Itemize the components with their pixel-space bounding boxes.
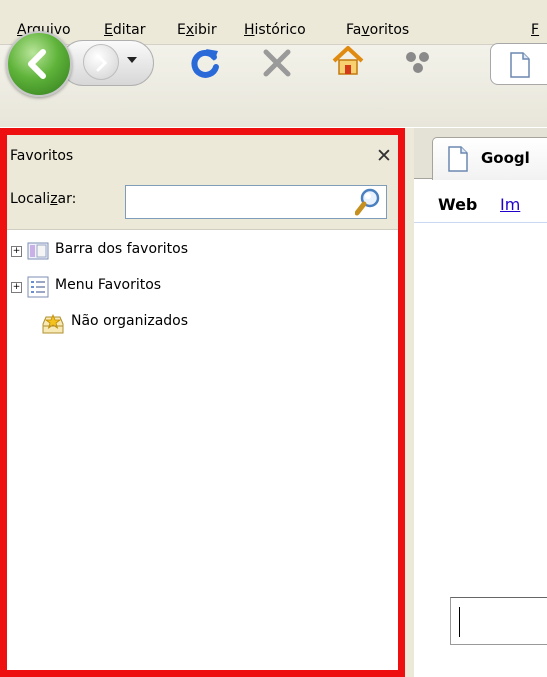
- history-dropdown-icon[interactable]: [127, 57, 137, 65]
- bookmarks-tree: + Barra dos favoritos + Menu Favoritos N…: [7, 235, 398, 343]
- bookmarks-menu-icon: [27, 276, 49, 298]
- sidebar-splitter[interactable]: [405, 128, 414, 677]
- google-nav-bar: Web Im: [414, 182, 547, 223]
- search-input[interactable]: [125, 185, 387, 219]
- forward-button[interactable]: [83, 44, 119, 80]
- extension-icon[interactable]: [404, 49, 432, 75]
- tree-item-barra-dos-favoritos[interactable]: + Barra dos favoritos: [7, 235, 398, 271]
- tab-strip: Googl: [414, 128, 547, 180]
- reload-icon[interactable]: [190, 47, 222, 81]
- search-icon[interactable]: [355, 188, 381, 216]
- nav-images-link[interactable]: Im: [500, 195, 520, 214]
- browser-content: Googl Web Im: [414, 128, 547, 677]
- tree-item-label: Barra dos favoritos: [55, 241, 189, 257]
- url-bar[interactable]: [490, 43, 547, 85]
- tree-item-label: Não organizados: [71, 313, 189, 329]
- menu-exibir[interactable]: Exibir: [177, 21, 217, 39]
- close-icon[interactable]: ✕: [376, 146, 392, 166]
- tree-item-menu-favoritos[interactable]: + Menu Favoritos: [7, 271, 398, 307]
- tree-item-label: Menu Favoritos: [55, 277, 162, 293]
- expand-icon[interactable]: +: [11, 246, 22, 257]
- stop-icon[interactable]: [262, 48, 292, 78]
- sidebar-search-row: Localizar:: [7, 177, 398, 230]
- bookmarks-toolbar-icon: [27, 242, 49, 260]
- nav-web: Web: [438, 195, 478, 214]
- menu-historico[interactable]: Histórico: [244, 21, 306, 39]
- search-label: Localizar:: [10, 191, 77, 207]
- tree-item-nao-organizados[interactable]: Não organizados: [7, 307, 398, 343]
- home-icon[interactable]: [331, 44, 365, 78]
- menu-bar: Arquivo Editar Exibir Histórico Favorito…: [0, 0, 547, 45]
- back-arrow-icon: [28, 49, 46, 79]
- tab-label: Googl: [481, 149, 530, 167]
- unsorted-bookmarks-icon: [42, 313, 64, 334]
- bookmarks-sidebar: Favoritos ✕ Localizar: + Barra dos favor…: [0, 128, 405, 677]
- sidebar-title: Favoritos: [10, 148, 74, 164]
- google-search-input[interactable]: [450, 597, 547, 645]
- menu-ferramentas[interactable]: F: [531, 21, 539, 39]
- page-icon: [510, 52, 530, 78]
- page-icon: [448, 146, 468, 172]
- back-button[interactable]: [6, 31, 72, 97]
- forward-arrow-icon: [96, 54, 108, 72]
- menu-editar[interactable]: Editar: [104, 21, 145, 39]
- expand-icon[interactable]: +: [11, 282, 22, 293]
- tab-google[interactable]: Googl: [432, 137, 547, 180]
- menu-favoritos[interactable]: Favoritos: [346, 21, 409, 39]
- text-caret: [459, 607, 460, 637]
